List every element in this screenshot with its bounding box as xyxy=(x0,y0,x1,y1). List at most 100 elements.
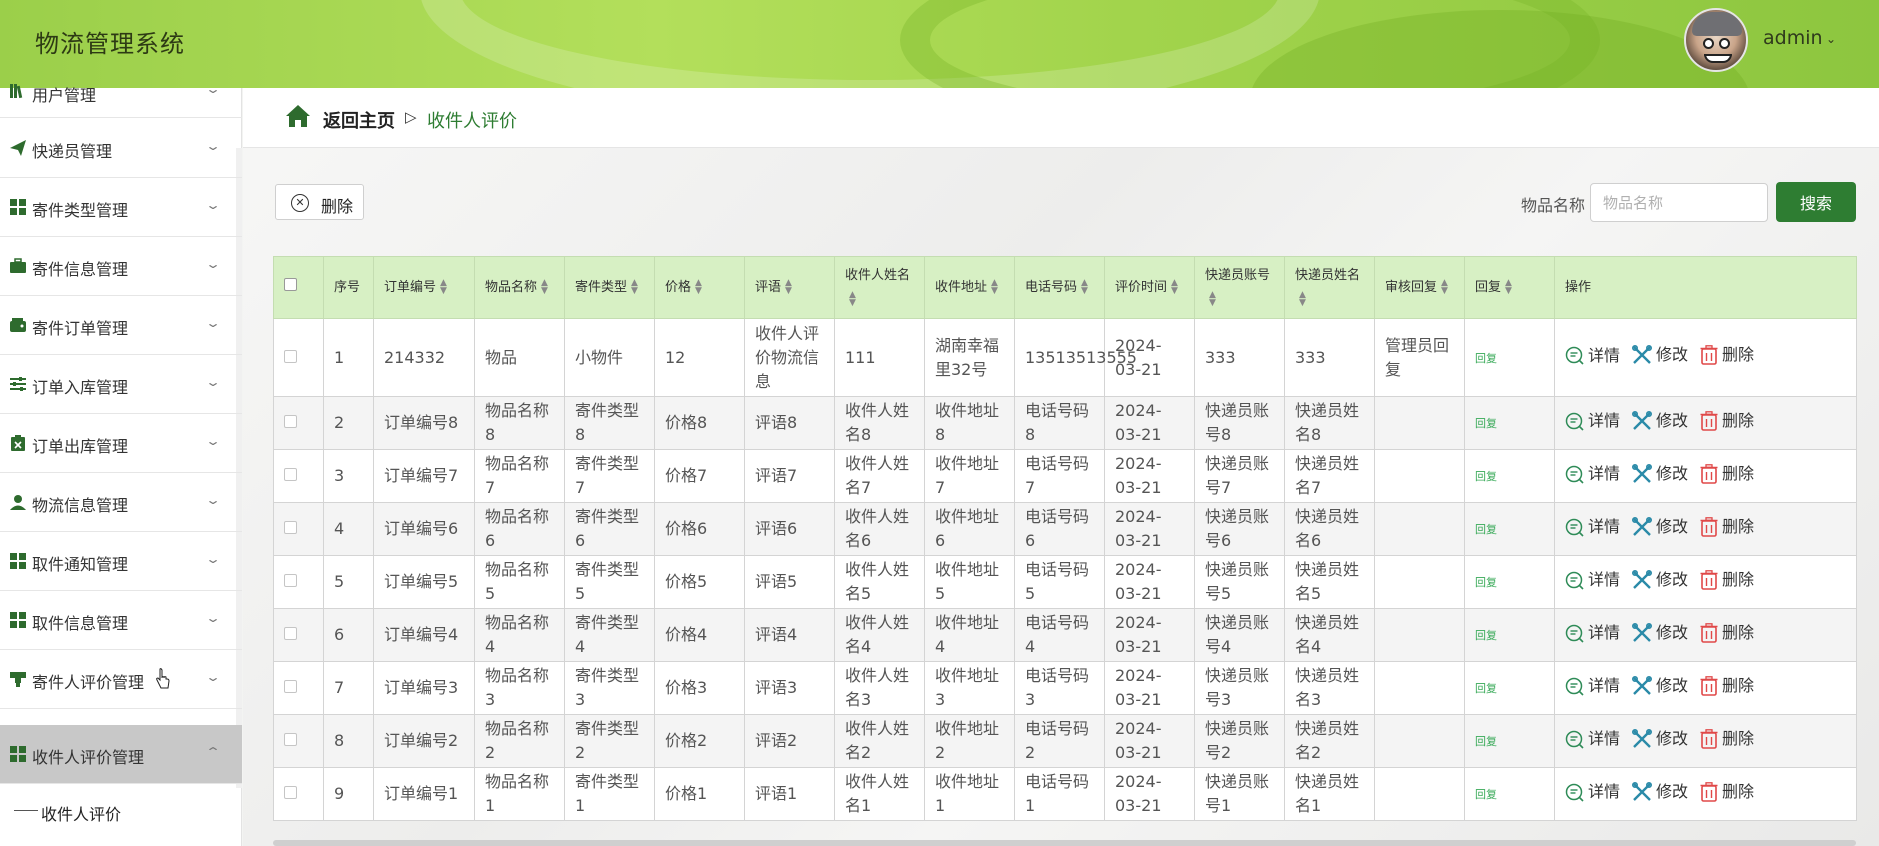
detail-button[interactable]: 详情 xyxy=(1565,621,1620,645)
sidebar-item-label: 寄件订单管理 xyxy=(32,319,129,338)
detail-button[interactable]: 详情 xyxy=(1565,344,1620,368)
row-checkbox[interactable] xyxy=(284,521,297,534)
reply-link[interactable]: 回复 xyxy=(1475,735,1497,748)
reply-link[interactable]: 回复 xyxy=(1475,629,1497,642)
sort-icon[interactable]: ▲ ▼ xyxy=(541,279,548,296)
edit-button[interactable]: 修改 xyxy=(1632,621,1688,645)
detail-button[interactable]: 详情 xyxy=(1565,780,1620,804)
delete-button[interactable]: 删除 xyxy=(1700,674,1754,698)
trash-icon xyxy=(1700,516,1718,537)
edit-button[interactable]: 修改 xyxy=(1632,343,1688,367)
column-header[interactable]: 订单编号 ▲ ▼ xyxy=(373,256,475,319)
sort-icon[interactable]: ▲ ▼ xyxy=(991,279,998,296)
detail-button[interactable]: 详情 xyxy=(1565,727,1620,751)
row-checkbox[interactable] xyxy=(284,733,297,746)
receiver-name-cell: 111 xyxy=(834,318,925,397)
sidebar-item-pickup-info[interactable]: 取件信息管理 ⌄ xyxy=(0,591,242,650)
sort-icon[interactable]: ▲ ▼ xyxy=(440,279,447,296)
user-menu-name[interactable]: admin xyxy=(1763,27,1823,49)
column-header[interactable]: 物品名称 ▲ ▼ xyxy=(474,256,565,319)
edit-button[interactable]: 修改 xyxy=(1632,727,1688,751)
sidebar-item-receiver-review[interactable]: 收件人评价管理 ⌃ xyxy=(0,725,242,784)
sidebar-item-sender-review[interactable]: 寄件人评价管理 ⌄ xyxy=(0,650,242,709)
column-header[interactable]: 快递员账号▲ ▼ xyxy=(1194,256,1285,319)
select-all-checkbox[interactable] xyxy=(284,277,297,291)
reply-link[interactable]: 回复 xyxy=(1475,470,1497,483)
reply-link[interactable]: 回复 xyxy=(1475,352,1497,365)
sidebar-item-label: 收件人评价管理 xyxy=(32,748,145,767)
horizontal-scrollbar[interactable] xyxy=(273,840,1856,846)
row-checkbox[interactable] xyxy=(284,349,297,363)
sidebar-item-order-in[interactable]: 订单入库管理 ⌄ xyxy=(0,355,242,414)
row-checkbox[interactable] xyxy=(284,468,297,481)
sidebar-item-user[interactable]: 用户管理 ⌄ xyxy=(0,82,242,118)
delete-button[interactable]: 删除 xyxy=(1700,515,1754,539)
sidebar-item-courier[interactable]: 快递员管理 ⌄ xyxy=(0,119,242,178)
sort-icon[interactable]: ▲ ▼ xyxy=(1171,279,1178,296)
edit-button[interactable]: 修改 xyxy=(1632,515,1688,539)
batch-delete-button[interactable]: ✕ 删除 xyxy=(275,184,364,220)
column-header[interactable]: 评价时间 ▲ ▼ xyxy=(1104,256,1195,319)
detail-button[interactable]: 详情 xyxy=(1565,568,1620,592)
sort-icon[interactable]: ▲ ▼ xyxy=(1209,291,1216,308)
reply-link[interactable]: 回复 xyxy=(1475,576,1497,589)
row-checkbox[interactable] xyxy=(284,680,297,693)
breadcrumb-home-link[interactable]: 返回主页 xyxy=(323,107,395,133)
sort-icon[interactable]: ▲ ▼ xyxy=(1505,279,1512,296)
delete-button[interactable]: 删除 xyxy=(1700,462,1754,486)
column-header[interactable]: 收件地址 ▲ ▼ xyxy=(924,256,1015,319)
edit-button[interactable]: 修改 xyxy=(1632,462,1688,486)
column-header[interactable]: 评语 ▲ ▼ xyxy=(744,256,835,319)
sidebar-item-send-type[interactable]: 寄件类型管理 ⌄ xyxy=(0,178,242,237)
delete-button[interactable]: 删除 xyxy=(1700,621,1754,645)
edit-button[interactable]: 修改 xyxy=(1632,409,1688,433)
column-header[interactable]: 审核回复 ▲ ▼ xyxy=(1374,256,1465,319)
avatar[interactable] xyxy=(1684,8,1748,72)
row-checkbox[interactable] xyxy=(284,415,297,428)
search-button[interactable]: 搜索 xyxy=(1776,182,1856,222)
column-header[interactable]: 快递员姓名▲ ▼ xyxy=(1284,256,1375,319)
sort-icon[interactable]: ▲ ▼ xyxy=(849,291,856,308)
sort-icon[interactable]: ▲ ▼ xyxy=(1299,291,1306,308)
sort-icon[interactable]: ▲ ▼ xyxy=(1081,279,1088,296)
column-header[interactable]: 回复 ▲ ▼ xyxy=(1464,256,1555,319)
sidebar-item-pickup-notice[interactable]: 取件通知管理 ⌄ xyxy=(0,532,242,591)
sidebar-item-logistics-info[interactable]: 物流信息管理 ⌄ xyxy=(0,473,242,532)
reply-link[interactable]: 回复 xyxy=(1475,417,1497,430)
column-header[interactable]: 寄件类型 ▲ ▼ xyxy=(564,256,655,319)
edit-button[interactable]: 修改 xyxy=(1632,674,1688,698)
reply-link[interactable]: 回复 xyxy=(1475,788,1497,801)
detail-button[interactable]: 详情 xyxy=(1565,409,1620,433)
row-checkbox[interactable] xyxy=(284,786,297,799)
edit-button[interactable]: 修改 xyxy=(1632,568,1688,592)
sidebar-item-order-out[interactable]: 订单出库管理 ⌄ xyxy=(0,414,242,473)
edit-button[interactable]: 修改 xyxy=(1632,780,1688,804)
sidebar-item-send-order[interactable]: 寄件订单管理 ⌄ xyxy=(0,296,242,355)
chevron-down-icon[interactable]: ⌄ xyxy=(1826,32,1836,46)
home-icon[interactable] xyxy=(284,103,312,129)
column-header[interactable]: 电话号码 ▲ ▼ xyxy=(1014,256,1105,319)
row-checkbox[interactable] xyxy=(284,574,297,587)
sidebar-subitem-receiver-review[interactable]: 收件人评价 xyxy=(0,785,242,835)
detail-button[interactable]: 详情 xyxy=(1565,462,1620,486)
sort-icon[interactable]: ▲ ▼ xyxy=(1441,279,1448,296)
column-header[interactable]: 价格 ▲ ▼ xyxy=(654,256,745,319)
reply-link[interactable]: 回复 xyxy=(1475,523,1497,536)
sort-icon[interactable]: ▲ ▼ xyxy=(785,279,792,296)
delete-button[interactable]: 删除 xyxy=(1700,780,1754,804)
sort-icon[interactable]: ▲ ▼ xyxy=(695,279,702,296)
detail-button[interactable]: 详情 xyxy=(1565,515,1620,539)
send-type-cell: 寄件类型5 xyxy=(564,555,655,609)
sidebar-item-send-info[interactable]: 寄件信息管理 ⌄ xyxy=(0,237,242,296)
reply-link[interactable]: 回复 xyxy=(1475,682,1497,695)
sort-icon[interactable]: ▲ ▼ xyxy=(631,279,638,296)
delete-button[interactable]: 删除 xyxy=(1700,568,1754,592)
row-checkbox[interactable] xyxy=(284,627,297,640)
search-input[interactable] xyxy=(1590,183,1768,222)
delete-button[interactable]: 删除 xyxy=(1700,343,1754,367)
column-header[interactable]: 收件人姓名▲ ▼ xyxy=(834,256,925,319)
detail-button[interactable]: 详情 xyxy=(1565,674,1620,698)
delete-button[interactable]: 删除 xyxy=(1700,727,1754,751)
grid-icon xyxy=(10,553,26,569)
delete-button[interactable]: 删除 xyxy=(1700,409,1754,433)
